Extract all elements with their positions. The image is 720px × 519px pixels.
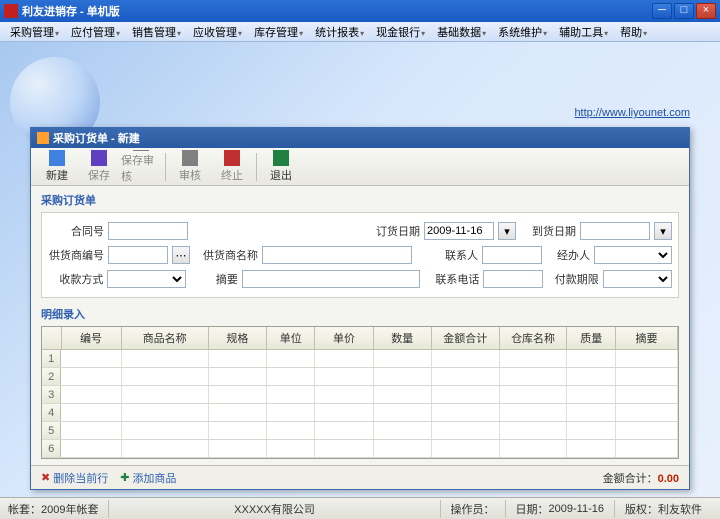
- handler-select[interactable]: [594, 246, 672, 264]
- table-row[interactable]: 1: [42, 350, 678, 368]
- supplier-code-label: 供货商编号: [48, 247, 104, 263]
- arrive-date-input[interactable]: [580, 222, 650, 240]
- table-row[interactable]: 3: [42, 386, 678, 404]
- form-section-label: 采购订货单: [41, 192, 679, 208]
- maximize-button[interactable]: □: [674, 3, 694, 19]
- close-button[interactable]: ×: [696, 3, 716, 19]
- supplier-name-label: 供货商名称: [194, 247, 258, 263]
- arrive-date-label: 到货日期: [520, 223, 576, 239]
- supplier-name-input[interactable]: [262, 246, 412, 264]
- dialog-icon: [37, 132, 49, 144]
- contact-input[interactable]: [482, 246, 542, 264]
- menu-item[interactable]: 应付管理▾: [65, 22, 126, 42]
- pay-method-select[interactable]: [107, 270, 186, 288]
- menu-item[interactable]: 系统维护▾: [492, 22, 553, 42]
- column-header[interactable]: 质量: [567, 327, 616, 349]
- summary-label: 摘要: [190, 271, 237, 287]
- total-amount: 金额合计：0.00: [603, 470, 679, 486]
- column-header[interactable]: 商品名称: [122, 327, 209, 349]
- menu-item[interactable]: 辅助工具▾: [553, 22, 614, 42]
- minimize-button[interactable]: ─: [652, 3, 672, 19]
- app-icon: [4, 4, 18, 18]
- menu-item[interactable]: 应收管理▾: [187, 22, 248, 42]
- status-operator: 操作员：: [440, 500, 505, 518]
- delete-row-button[interactable]: ✖删除当前行: [41, 470, 108, 486]
- summary-input[interactable]: [242, 270, 420, 288]
- column-header[interactable]: 仓库名称: [500, 327, 568, 349]
- detail-section-label: 明细录入: [41, 306, 679, 322]
- grid-header: 编号商品名称规格单位单价数量金额合计仓库名称质量摘要: [42, 327, 678, 350]
- menu-item[interactable]: 帮助▾: [614, 22, 653, 42]
- detail-grid: 编号商品名称规格单位单价数量金额合计仓库名称质量摘要 123456: [41, 326, 679, 459]
- status-date: 日期：2009-11-16: [505, 500, 614, 518]
- menu-item[interactable]: 库存管理▾: [248, 22, 309, 42]
- window-titlebar: 利友进销存 - 单机版 ─ □ ×: [0, 0, 720, 22]
- save-audit-button[interactable]: 保存审核: [121, 150, 161, 184]
- save-button[interactable]: 保存: [79, 150, 119, 184]
- menu-item[interactable]: 基础数据▾: [431, 22, 492, 42]
- column-header[interactable]: 单位: [267, 327, 316, 349]
- status-copyright: 版权：利友软件: [614, 500, 712, 518]
- window-title: 利友进销存 - 单机版: [22, 3, 652, 19]
- app-body: http://www.liyounet.com 采购订货单 - 新建 新建 保存…: [0, 42, 720, 497]
- menu-item[interactable]: 统计报表▾: [309, 22, 370, 42]
- supplier-lookup-icon[interactable]: ⋯: [172, 246, 190, 264]
- pay-deadline-select[interactable]: [603, 270, 672, 288]
- phone-label: 联系电话: [428, 271, 479, 287]
- grid-body[interactable]: 123456: [42, 350, 678, 458]
- table-row[interactable]: 4: [42, 404, 678, 422]
- arrive-date-picker-icon[interactable]: ▾: [654, 222, 672, 240]
- audit-button[interactable]: 审核: [170, 150, 210, 184]
- new-button[interactable]: 新建: [37, 150, 77, 184]
- dialog-titlebar: 采购订货单 - 新建: [31, 128, 689, 148]
- column-header[interactable]: 金额合计: [432, 327, 500, 349]
- column-header[interactable]: 编号: [62, 327, 122, 349]
- pay-deadline-label: 付款期限: [547, 271, 598, 287]
- supplier-code-input[interactable]: [108, 246, 168, 264]
- contract-no-input[interactable]: [108, 222, 188, 240]
- status-book: 帐套：2009年帐套: [8, 500, 108, 518]
- stop-button[interactable]: 终止: [212, 150, 252, 184]
- table-row[interactable]: 2: [42, 368, 678, 386]
- status-company: XXXXX有限公司: [108, 500, 439, 518]
- table-row[interactable]: 5: [42, 422, 678, 440]
- menu-item[interactable]: 采购管理▾: [4, 22, 65, 42]
- add-product-button[interactable]: ✚添加商品: [120, 470, 176, 486]
- handler-label: 经办人: [546, 247, 590, 263]
- phone-input[interactable]: [483, 270, 543, 288]
- contract-no-label: 合同号: [48, 223, 104, 239]
- column-header[interactable]: 摘要: [616, 327, 678, 349]
- order-date-picker-icon[interactable]: ▾: [498, 222, 516, 240]
- dialog-toolbar: 新建 保存 保存审核 审核 终止 退出: [31, 148, 689, 186]
- dialog-footer: ✖删除当前行 ✚添加商品 金额合计：0.00: [31, 465, 689, 489]
- contact-label: 联系人: [434, 247, 478, 263]
- dialog-title: 采购订货单 - 新建: [53, 130, 140, 146]
- table-row[interactable]: 6: [42, 440, 678, 458]
- pay-method-label: 收款方式: [48, 271, 103, 287]
- status-bar: 帐套：2009年帐套 XXXXX有限公司 操作员： 日期：2009-11-16 …: [0, 497, 720, 519]
- menu-item[interactable]: 销售管理▾: [126, 22, 187, 42]
- form-panel: 合同号 订货日期 ▾ 到货日期 ▾ 供货商编号 ⋯ 供货商名称: [41, 212, 679, 298]
- purchase-order-dialog: 采购订货单 - 新建 新建 保存 保存审核 审核 终止 退出 采购订货单 合同号…: [30, 127, 690, 490]
- main-menubar: 采购管理▾应付管理▾销售管理▾应收管理▾库存管理▾统计报表▾现金银行▾基础数据▾…: [0, 22, 720, 42]
- column-header[interactable]: 规格: [209, 327, 267, 349]
- website-link[interactable]: http://www.liyounet.com: [574, 107, 690, 119]
- column-header[interactable]: 单价: [315, 327, 373, 349]
- column-header[interactable]: 数量: [374, 327, 432, 349]
- exit-button[interactable]: 退出: [261, 150, 301, 184]
- order-date-label: 订货日期: [364, 223, 420, 239]
- order-date-input[interactable]: [424, 222, 494, 240]
- menu-item[interactable]: 现金银行▾: [370, 22, 431, 42]
